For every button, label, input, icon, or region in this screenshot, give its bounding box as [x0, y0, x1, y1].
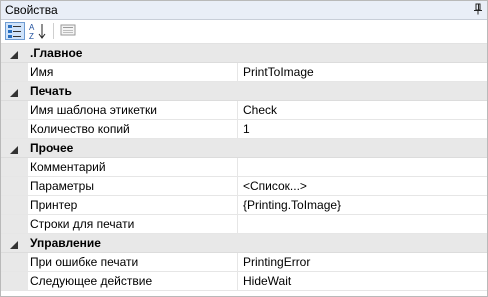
property-row[interactable]: Строки для печати [1, 215, 487, 234]
categorized-view-icon [8, 25, 21, 38]
property-grid: .Главное Имя PrintToImage Печать Имя шаблона… [1, 44, 487, 291]
property-name: Имя шаблона этикетки [30, 103, 157, 117]
collapse-arrow-icon[interactable] [10, 49, 19, 59]
collapse-arrow-icon[interactable] [10, 239, 19, 249]
sort-a-glyph: A [29, 23, 35, 32]
column-divider[interactable] [237, 215, 238, 233]
property-value[interactable]: PrintingError [243, 255, 310, 269]
column-divider[interactable] [237, 158, 238, 176]
property-row[interactable]: При ошибке печати PrintingError [1, 253, 487, 272]
row-gutter [1, 101, 28, 119]
categorized-view-button[interactable] [5, 22, 25, 40]
property-pages-icon [60, 24, 76, 36]
property-value[interactable]: HideWait [243, 274, 291, 288]
column-divider[interactable] [237, 101, 238, 119]
panel-titlebar: Свойства [1, 1, 487, 20]
property-row[interactable]: Следующее действие HideWait [1, 272, 487, 291]
property-name: Параметры [30, 179, 94, 193]
row-gutter [1, 272, 28, 290]
row-gutter [1, 215, 28, 233]
property-row[interactable]: Комментарий [1, 158, 487, 177]
row-gutter [1, 196, 28, 214]
column-divider[interactable] [237, 253, 238, 271]
property-row[interactable]: Имя PrintToImage [1, 63, 487, 82]
alphabetical-sort-icon: A Z [29, 23, 46, 41]
properties-panel: Свойства A Z .Главное Имя PrintToImage П… [0, 0, 488, 297]
property-name: При ошибке печати [30, 255, 139, 269]
property-name: Количество копий [30, 122, 130, 136]
property-row[interactable]: Имя шаблона этикетки Check [1, 101, 487, 120]
pin-icon[interactable] [473, 3, 483, 15]
panel-title: Свойства [5, 3, 58, 17]
row-gutter [1, 253, 28, 271]
property-value[interactable]: PrintToImage [243, 65, 314, 79]
property-value[interactable]: {Printing.ToImage} [243, 198, 341, 212]
category-label: Управление [30, 236, 101, 250]
collapse-arrow-icon[interactable] [10, 144, 19, 154]
category-label: Прочее [30, 141, 74, 155]
property-value[interactable]: 1 [243, 122, 250, 136]
row-gutter [1, 158, 28, 176]
column-divider[interactable] [237, 196, 238, 214]
property-row[interactable]: Принтер {Printing.ToImage} [1, 196, 487, 215]
column-divider[interactable] [237, 120, 238, 138]
category-label: Печать [30, 84, 72, 98]
alphabetical-sort-button[interactable]: A Z [28, 22, 48, 41]
property-row[interactable]: Количество копий 1 [1, 120, 487, 139]
category-header[interactable]: Прочее [1, 139, 487, 158]
property-name: Строки для печати [30, 217, 135, 231]
property-pages-button[interactable] [59, 22, 79, 40]
toolbar-separator [53, 23, 54, 39]
category-label: .Главное [30, 46, 83, 60]
sort-z-glyph: Z [29, 32, 34, 40]
property-value[interactable]: Check [243, 103, 277, 117]
row-gutter [1, 63, 28, 81]
toolbar: A Z [1, 20, 487, 44]
property-name: Комментарий [30, 160, 106, 174]
column-divider[interactable] [237, 63, 238, 81]
property-name: Принтер [30, 198, 78, 212]
property-name: Имя [30, 65, 54, 79]
collapse-arrow-icon[interactable] [10, 87, 19, 97]
category-header[interactable]: Управление [1, 234, 487, 253]
property-row[interactable]: Параметры <Список...> [1, 177, 487, 196]
category-header[interactable]: .Главное [1, 44, 487, 63]
category-header[interactable]: Печать [1, 82, 487, 101]
property-value[interactable]: <Список...> [243, 179, 307, 193]
row-gutter [1, 120, 28, 138]
property-name: Следующее действие [30, 274, 153, 288]
column-divider[interactable] [237, 177, 238, 195]
row-gutter [1, 177, 28, 195]
column-divider[interactable] [237, 272, 238, 290]
